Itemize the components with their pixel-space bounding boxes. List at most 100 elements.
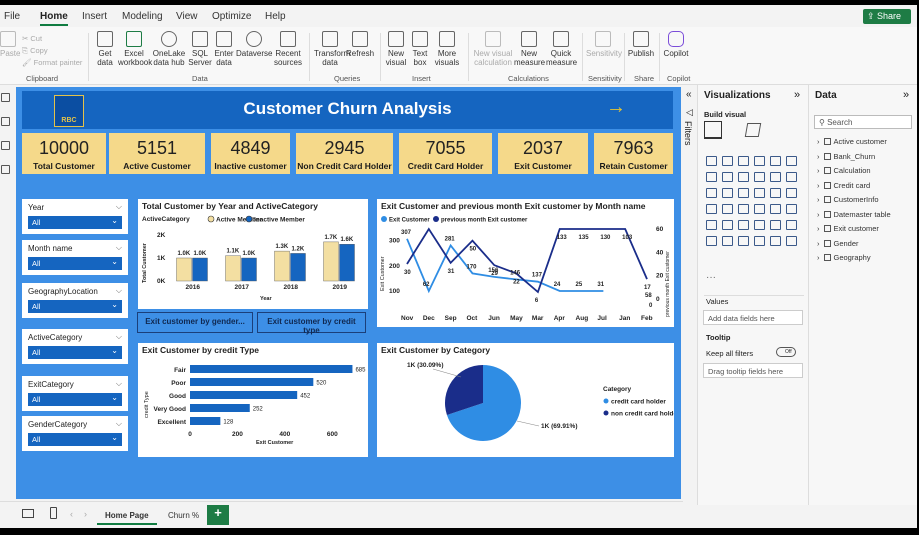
chevron-down-icon[interactable]: ⌵ [116, 379, 122, 389]
kpi-visual-icon[interactable] [786, 204, 797, 214]
waterfall-visual-icon[interactable] [786, 172, 797, 182]
tab-home-page[interactable]: Home Page [97, 507, 157, 525]
decomposition-visual-icon[interactable] [706, 236, 717, 246]
field-table-item[interactable]: › CustomerInfo [817, 195, 879, 204]
enter-data-button[interactable]: Enter data [213, 31, 235, 67]
get-data-button[interactable]: Get data [92, 31, 118, 67]
menu-view[interactable]: View [176, 11, 198, 22]
azure-map-visual-icon[interactable] [722, 204, 733, 214]
menu-modeling[interactable]: Modeling [122, 11, 163, 22]
menu-help[interactable]: Help [265, 11, 286, 22]
values-drop-field[interactable]: Add data fields here [703, 310, 803, 325]
chevron-down-icon[interactable]: ⌵ [116, 202, 122, 212]
text-box-button[interactable]: Text box [409, 31, 431, 67]
field-table-item[interactable]: › Geography [817, 253, 871, 262]
slicer-geographylocation[interactable]: GeographyLocation ⌵ All ⌄ [22, 283, 128, 318]
copy-button[interactable]: ⎘ Copy [22, 45, 82, 57]
chevron-down-icon[interactable]: ⌵ [116, 286, 122, 296]
model-view-icon[interactable] [1, 141, 10, 150]
menu-optimize[interactable]: Optimize [212, 11, 251, 22]
add-page-button[interactable]: + [207, 505, 229, 525]
slicer-dropdown[interactable]: All ⌄ [28, 433, 122, 446]
tab-churn[interactable]: Churn % [160, 507, 207, 525]
copilot-button[interactable]: Copilot [662, 31, 690, 58]
menu-insert[interactable]: Insert [82, 11, 107, 22]
credit-type-panel[interactable]: Exit Customer by credit Type Fair 685 Poor 5… [138, 343, 368, 457]
expand-icon[interactable]: « [686, 89, 692, 100]
build-visual-icon[interactable] [704, 121, 722, 139]
chevron-right-icon[interactable]: › [817, 166, 820, 175]
more-visuals-button[interactable]: More visuals [432, 31, 462, 67]
chevron-right-icon[interactable]: › [817, 224, 820, 233]
arrow-right-icon[interactable]: → [606, 96, 626, 119]
report-view-icon[interactable] [1, 93, 10, 102]
new-measure-button[interactable]: New measure [514, 31, 545, 67]
r-script-visual-icon[interactable] [754, 220, 765, 230]
ribbon-visual-icon[interactable] [770, 172, 781, 182]
next-page-icon[interactable]: › [84, 509, 87, 519]
qa-visual-icon[interactable] [722, 236, 733, 246]
line-visual-icon[interactable] [706, 172, 717, 182]
bar-chart-panel[interactable]: Total Customer by Year and ActiveCategor… [138, 199, 368, 309]
desktop-layout-icon[interactable] [22, 509, 34, 518]
menu-home[interactable]: Home [40, 11, 68, 26]
stacked-column-visual-icon[interactable] [738, 156, 749, 166]
cut-button[interactable]: ✂ Cut [22, 33, 82, 45]
chevron-right-icon[interactable]: › [817, 137, 820, 146]
sql-server-button[interactable]: SQL Server [188, 31, 212, 67]
chevron-right-icon[interactable]: › [817, 253, 820, 262]
table-visual-icon[interactable] [722, 220, 733, 230]
recent-sources-button[interactable]: Recent sources [272, 31, 304, 67]
funnel-visual-icon[interactable] [706, 188, 717, 198]
table-view-icon[interactable] [1, 117, 10, 126]
quick-measure-button[interactable]: Quick measure [546, 31, 577, 67]
field-table-item[interactable]: › Credit card [817, 181, 870, 190]
new-visual-calculation-button[interactable]: New visual calculation [472, 31, 514, 67]
100-column-visual-icon[interactable] [786, 156, 797, 166]
slicer-year[interactable]: Year ⌵ All ⌄ [22, 199, 128, 234]
clustered-bar-visual-icon[interactable] [722, 156, 733, 166]
card-visual-icon[interactable] [754, 204, 765, 214]
line-column-visual-icon[interactable] [754, 172, 765, 182]
power-apps-visual-icon[interactable] [770, 236, 781, 246]
chevron-right-icon[interactable]: › [817, 210, 820, 219]
field-table-item[interactable]: › Bank_Churn [817, 152, 875, 161]
slicer-month name[interactable]: Month name ⌵ All ⌄ [22, 240, 128, 275]
field-table-item[interactable]: › Gender [817, 239, 859, 248]
slicer-dropdown[interactable]: All ⌄ [28, 300, 122, 313]
chevron-right-icon[interactable]: › [817, 239, 820, 248]
100-bar-visual-icon[interactable] [770, 156, 781, 166]
slicer-exitcategory[interactable]: ExitCategory ⌵ All ⌄ [22, 376, 128, 411]
paste-button[interactable]: Paste [0, 31, 20, 58]
slicer-dropdown[interactable]: All ⌄ [28, 216, 122, 229]
pie-visual-icon[interactable] [738, 188, 749, 198]
python-visual-icon[interactable] [770, 220, 781, 230]
area-visual-icon[interactable] [722, 172, 733, 182]
more-visuals-ellipsis[interactable]: ··· [706, 272, 716, 283]
mobile-layout-icon[interactable] [50, 507, 57, 519]
publish-button[interactable]: Publish [627, 31, 655, 58]
slicer-dropdown[interactable]: All ⌄ [28, 257, 122, 270]
new-visual-button[interactable]: New visual [384, 31, 408, 67]
field-table-item[interactable]: › Active customer [817, 137, 887, 146]
field-table-item[interactable]: › Exit customer [817, 224, 879, 233]
donut-visual-icon[interactable] [754, 188, 765, 198]
transform-data-button[interactable]: Transform data [314, 31, 350, 67]
keep-filters-toggle[interactable]: Off [776, 347, 796, 357]
paginated-visual-icon[interactable] [754, 236, 765, 246]
refresh-button[interactable]: Refresh [346, 31, 374, 58]
chevron-down-icon[interactable]: ⌵ [116, 419, 122, 429]
dataverse-button[interactable]: Dataverse [236, 31, 272, 58]
multi-row-card-visual-icon[interactable] [770, 204, 781, 214]
chevron-right-icon[interactable]: › [817, 181, 820, 190]
filters-pane-collapsed[interactable]: « ◁ Filters [683, 85, 697, 505]
power-automate-visual-icon[interactable] [786, 236, 797, 246]
dax-query-icon[interactable] [1, 165, 10, 174]
slicer-dropdown[interactable]: All ⌄ [28, 393, 122, 406]
exit-by-credit-button[interactable]: Exit customer by credit type [257, 312, 366, 335]
gauge-visual-icon[interactable] [738, 204, 749, 214]
data-search-input[interactable]: ⚲ Search [814, 115, 912, 129]
exit-by-gender-button[interactable]: Exit customer by gender... [137, 312, 253, 333]
share-button[interactable]: ⇪ Share ⌄ [863, 9, 911, 32]
chevron-down-icon[interactable]: ⌵ [116, 332, 122, 342]
